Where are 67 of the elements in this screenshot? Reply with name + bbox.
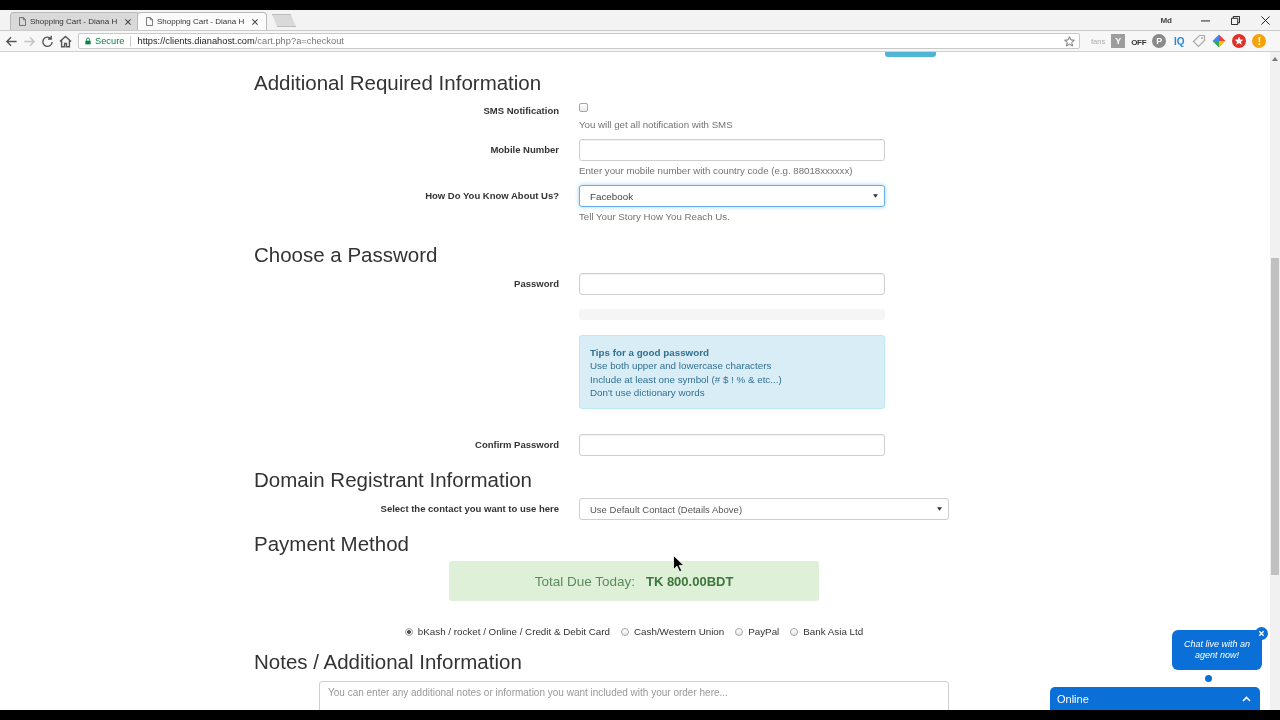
tag-icon[interactable] (1192, 34, 1207, 48)
help-text: Tell Your Story How You Reach Us. (579, 210, 730, 223)
field-label: Mobile Number (490, 143, 559, 157)
mouse-pointer-icon (673, 555, 684, 572)
input-field[interactable] (579, 139, 885, 161)
section-heading: Notes / Additional Information (254, 650, 522, 675)
radio-button[interactable] (790, 627, 799, 636)
total-label: Total Due Today: (534, 573, 635, 589)
caret-icon (937, 507, 942, 512)
back-arrow-icon[interactable] (5, 34, 18, 48)
close-icon[interactable] (125, 18, 131, 25)
reload-icon[interactable] (41, 34, 54, 48)
checkbox[interactable] (579, 103, 588, 112)
close-icon[interactable] (252, 18, 258, 25)
password-field[interactable] (579, 273, 885, 295)
close-icon[interactable] (1260, 15, 1270, 25)
section-heading: Additional Required Information (254, 71, 542, 95)
radio-label[interactable]: PayPal (748, 625, 780, 639)
radio-button[interactable] (735, 627, 744, 636)
section-heading: Domain Registrant Information (254, 468, 532, 493)
radio-label[interactable]: bKash / rocket / Online / Credit & Debit Card (417, 625, 610, 639)
select-field[interactable]: Facebook (579, 185, 885, 207)
select-field[interactable]: Use Default Contact (Details Above) (579, 498, 949, 521)
radio-button[interactable] (621, 627, 629, 636)
notes-field[interactable]: You can enter any additional notes or information you want included with your order here... (319, 681, 949, 710)
radio-label[interactable]: Bank Asia Ltd (803, 625, 864, 639)
field-label: SMS Notification (483, 104, 559, 118)
field-label: How Do You Know About Us? (425, 189, 559, 203)
tips-line: Use both upper and lowercase characters (590, 359, 772, 373)
tips-line: Include at least one symbol (# $ ! % & etc...) (590, 372, 782, 386)
home-icon[interactable] (59, 34, 72, 48)
profile-name[interactable]: Md (1160, 15, 1172, 25)
tips-line: Don't use dictionary words (590, 385, 705, 400)
diamond-icon[interactable] (1212, 34, 1227, 48)
section-heading: Choose a Password (254, 243, 438, 267)
page-icon (146, 17, 153, 26)
tips-title: Tips for a good password (590, 346, 710, 360)
password-field[interactable] (579, 434, 885, 457)
secure-label: Secure (95, 36, 125, 46)
pointer-dot-icon (1205, 675, 1212, 682)
lock-icon (85, 37, 91, 45)
browser-tab[interactable]: Shopping Cart - Diana H (10, 12, 140, 30)
bookmark-star-icon[interactable] (1064, 35, 1075, 47)
field-label: Password (514, 277, 559, 291)
field-label: Select the contact you want to use here (380, 502, 559, 517)
chat-prompt-bubble[interactable]: Chat live with an agent now! (1172, 630, 1262, 670)
extension-button[interactable]: OFF (1131, 34, 1147, 48)
scroll-up-icon[interactable] (1272, 57, 1278, 61)
extension-button[interactable]: IQ (1172, 34, 1187, 48)
chat-status-bar[interactable]: Online (1050, 687, 1260, 710)
total-amount: TK 800.00BDT (645, 573, 734, 589)
help-text: You will get all notification with SMS (579, 118, 733, 131)
scrollbar-track[interactable] (1270, 52, 1280, 710)
page-icon (19, 17, 26, 26)
caret-up-icon (1242, 695, 1251, 702)
star-badge-icon[interactable] (1232, 34, 1247, 48)
caret-icon (873, 194, 878, 198)
field-label: Confirm Password (475, 438, 559, 453)
scrollbar-thumb[interactable] (1271, 258, 1279, 575)
address-bar[interactable]: Secure https://clients.dianahost.com/cart.php?a=checkout (78, 33, 1080, 49)
url-text[interactable]: https://clients.dianahost.com/cart.php?a=checkout (137, 36, 344, 46)
help-text: Enter your mobile number with country code (e.g. 88018xxxxxx) (579, 164, 853, 177)
radio-button[interactable] (404, 627, 413, 636)
browser-tab[interactable]: Shopping Cart - Diana H (137, 12, 267, 30)
section-heading: Payment Method (254, 532, 409, 557)
restore-icon[interactable] (1230, 15, 1240, 25)
radio-label[interactable]: Cash/Western Union (634, 625, 725, 639)
